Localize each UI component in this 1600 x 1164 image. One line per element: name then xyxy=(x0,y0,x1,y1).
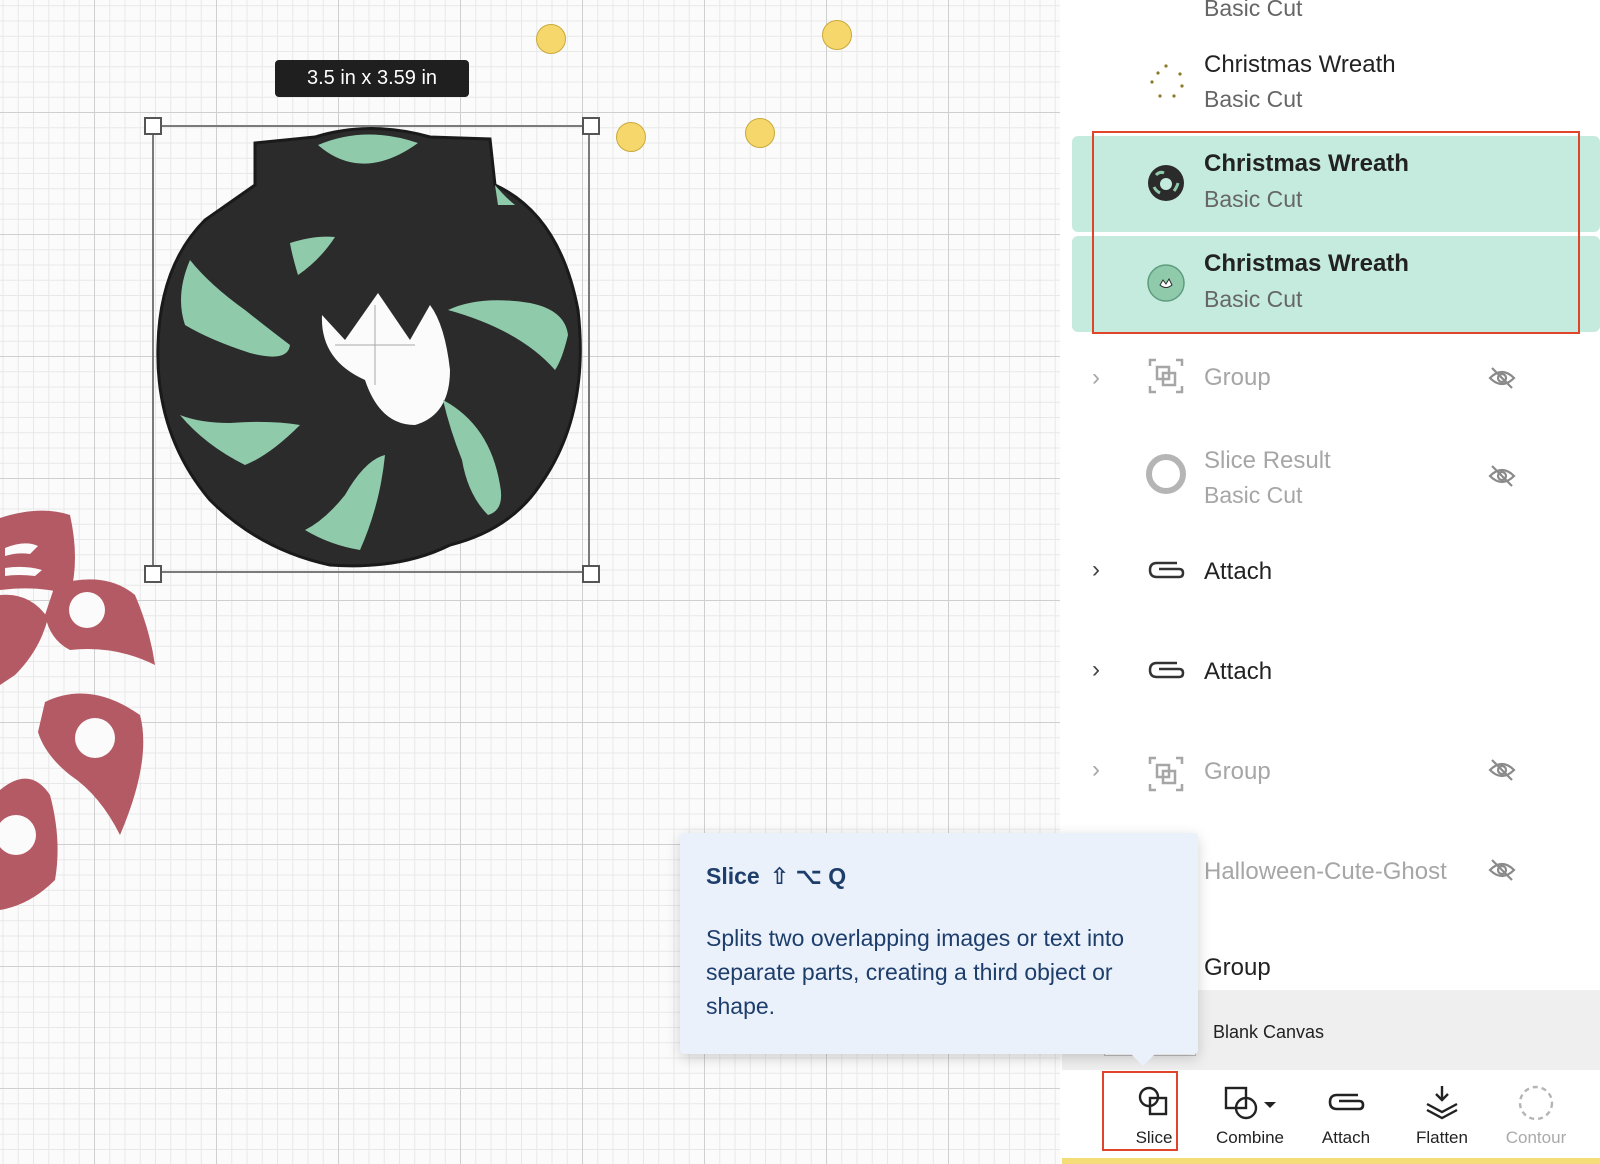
resize-handle-top-right[interactable] xyxy=(582,117,600,135)
toolbar-accent-bar xyxy=(1062,1158,1600,1164)
layer-attach[interactable]: › Attach xyxy=(1062,634,1600,734)
layer-item[interactable]: Christmas Wreath Basic Cut xyxy=(1062,30,1600,130)
chevron-right-icon[interactable]: › xyxy=(1092,756,1100,784)
attach-button[interactable]: Attach xyxy=(1298,1070,1394,1158)
layer-attach[interactable]: › Attach xyxy=(1062,534,1600,634)
eye-hidden-icon[interactable] xyxy=(1488,364,1516,397)
contour-button[interactable]: Contour xyxy=(1488,1070,1584,1158)
tooltip-title: Slice ⇧ ⌥ Q xyxy=(706,863,847,889)
layer-group[interactable]: › Group xyxy=(1062,334,1600,434)
layer-item-selected[interactable]: Christmas Wreath Basic Cut xyxy=(1062,234,1600,334)
group-icon xyxy=(1144,752,1188,796)
yellow-dot[interactable] xyxy=(616,122,646,152)
tooltip-shortcut: ⇧ ⌥ Q xyxy=(769,863,847,889)
yellow-dot[interactable] xyxy=(536,24,566,54)
contour-icon xyxy=(1488,1084,1584,1124)
tooltip-body: Splits two overlapping images or text in… xyxy=(706,925,1125,1019)
wreath-green-thumbnail-icon xyxy=(1144,261,1188,305)
attach-icon xyxy=(1144,548,1188,592)
yellow-dot[interactable] xyxy=(822,20,852,50)
slice-button[interactable]: Slice xyxy=(1106,1070,1202,1158)
layers-toolbar: Slice Combine Attach Flatten Contour xyxy=(1062,1070,1600,1164)
combine-icon xyxy=(1202,1084,1298,1124)
selection-box[interactable] xyxy=(152,125,590,573)
group-icon xyxy=(1144,354,1188,398)
eye-hidden-icon[interactable] xyxy=(1488,856,1516,889)
chevron-right-icon[interactable]: › xyxy=(1092,656,1100,684)
combine-button[interactable]: Combine xyxy=(1202,1070,1298,1158)
resize-handle-bottom-right[interactable] xyxy=(582,565,600,583)
wreath-dark-thumbnail-icon xyxy=(1144,161,1188,205)
attach-icon xyxy=(1298,1084,1394,1124)
slice-tooltip: Slice ⇧ ⌥ Q Splits two overlapping images… xyxy=(680,833,1198,1066)
tooltip-arrow xyxy=(1131,1054,1155,1066)
size-label: 3.5 in x 3.59 in xyxy=(275,60,469,97)
chevron-right-icon[interactable]: › xyxy=(1092,364,1100,392)
slice-icon xyxy=(1106,1084,1202,1124)
yellow-dot[interactable] xyxy=(745,118,775,148)
layer-item[interactable]: Slice Result Basic Cut xyxy=(1062,434,1600,534)
resize-handle-top-left[interactable] xyxy=(144,117,162,135)
slice-result-thumbnail-icon xyxy=(1144,452,1188,496)
flatten-icon xyxy=(1394,1084,1490,1124)
chevron-right-icon[interactable]: › xyxy=(1092,556,1100,584)
eye-hidden-icon[interactable] xyxy=(1488,756,1516,789)
bow-image[interactable] xyxy=(0,510,160,930)
layer-group[interactable]: › Group xyxy=(1062,734,1600,834)
dots-thumbnail-icon xyxy=(1144,60,1188,104)
flatten-button[interactable]: Flatten xyxy=(1394,1070,1490,1158)
attach-icon xyxy=(1144,648,1188,692)
layer-item-selected[interactable]: Christmas Wreath Basic Cut xyxy=(1062,134,1600,234)
eye-hidden-icon[interactable] xyxy=(1488,462,1516,495)
